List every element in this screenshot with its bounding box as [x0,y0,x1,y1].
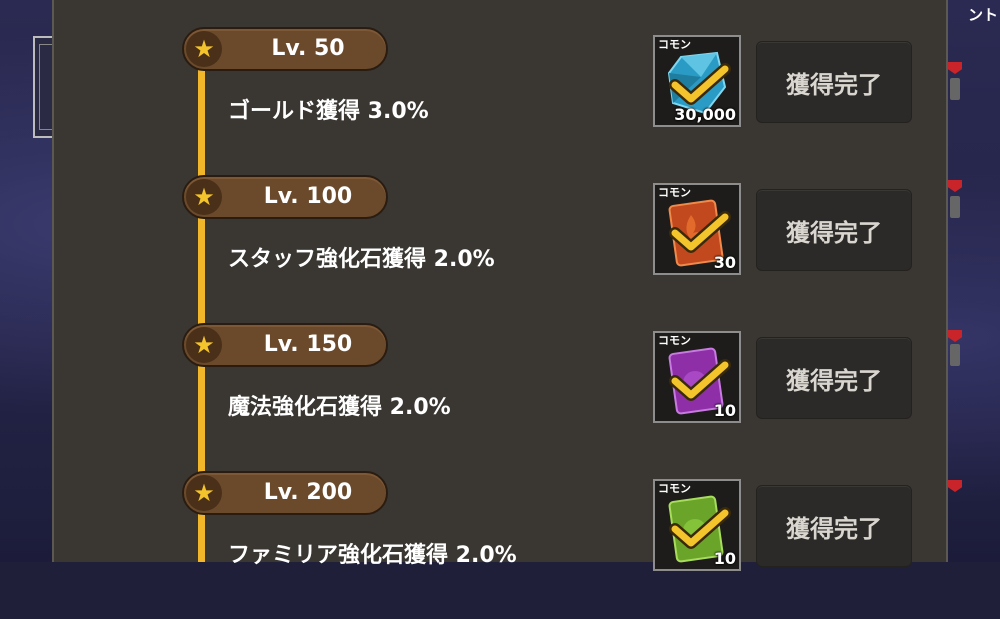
level-rewards-panel: ★ Lv. 50 ゴールド獲得 3.0% コモン 30,000 獲得完了 ★ L… [52,0,948,571]
reward-description: スタッフ強化石獲得 2.0% [228,247,495,272]
background-text: ント [967,6,998,24]
level-badge: ★ Lv. 150 [182,323,388,367]
item-quantity: 30 [713,253,736,272]
star-icon: ★ [186,31,222,67]
reward-item-slot[interactable]: コモン 30 [653,183,741,275]
level-label: Lv. 150 [263,332,353,357]
claimed-button[interactable]: 獲得完了 [756,337,912,419]
check-icon [669,359,731,401]
reward-row: ★ Lv. 50 ゴールド獲得 3.0% コモン 30,000 獲得完了 [54,27,946,175]
reward-item-slot[interactable]: コモン 10 [653,331,741,423]
reward-row: ★ Lv. 150 魔法強化石獲得 2.0% コモン 10 獲得完了 [54,323,946,471]
star-icon: ★ [186,475,222,511]
level-badge: ★ Lv. 200 [182,471,388,515]
reward-description: ファミリア強化石獲得 2.0% [228,543,517,568]
reward-row: ★ Lv. 200 ファミリア強化石獲得 2.0% コモン 10 獲得完了 [54,471,946,619]
level-badge: ★ Lv. 50 [182,27,388,71]
marker-icon [948,180,962,192]
claimed-button[interactable]: 獲得完了 [756,189,912,271]
check-icon [669,63,731,105]
level-label: Lv. 100 [263,184,353,209]
level-label: Lv. 200 [263,480,353,505]
reward-item-slot[interactable]: コモン 30,000 [653,35,741,127]
reward-description: ゴールド獲得 3.0% [228,99,429,124]
marker-icon [948,480,962,492]
reward-row: ★ Lv. 100 スタッフ強化石獲得 2.0% コモン 30 獲得完了 [54,175,946,323]
claimed-button[interactable]: 獲得完了 [756,485,912,567]
star-icon: ★ [186,179,222,215]
marker-icon [948,62,962,74]
item-quantity: 30,000 [674,105,736,124]
figure-icon [950,78,960,100]
item-quantity: 10 [713,401,736,420]
star-icon: ★ [186,327,222,363]
marker-icon [948,330,962,342]
figure-icon [950,196,960,218]
level-badge: ★ Lv. 100 [182,175,388,219]
reward-item-slot[interactable]: コモン 10 [653,479,741,571]
reward-description: 魔法強化石獲得 2.0% [228,395,451,420]
check-icon [669,507,731,549]
item-quantity: 10 [713,549,736,568]
check-icon [669,211,731,253]
level-label: Lv. 50 [271,36,345,61]
figure-icon [950,344,960,366]
claimed-button[interactable]: 獲得完了 [756,41,912,123]
